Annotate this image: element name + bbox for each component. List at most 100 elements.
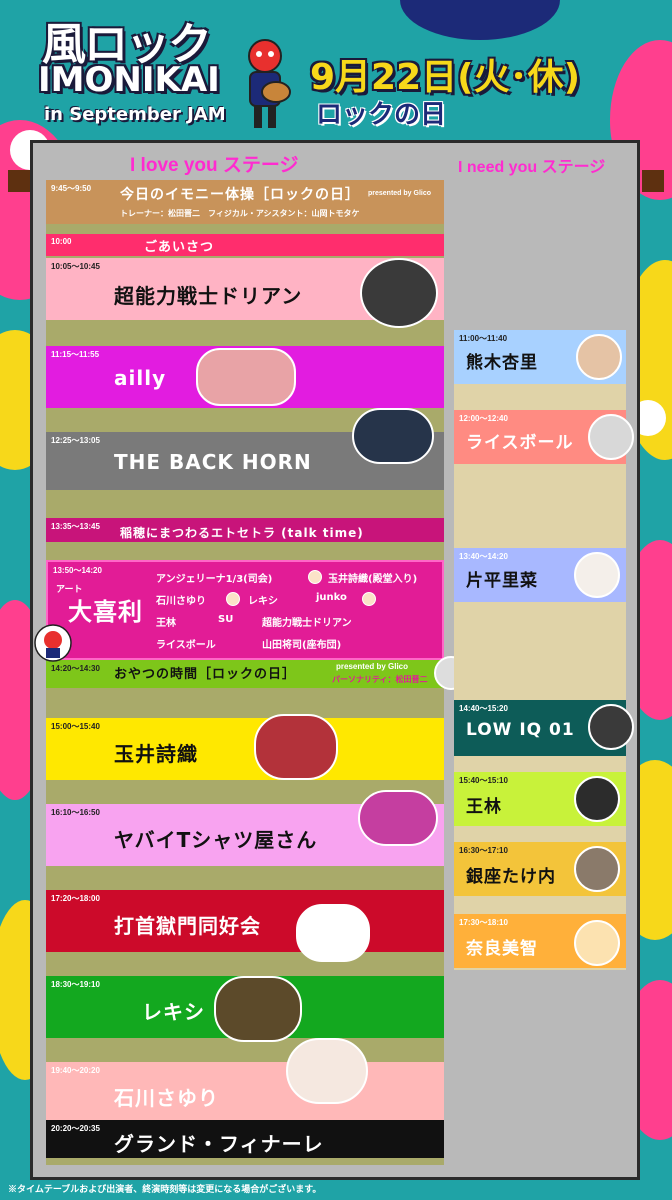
artist-photo <box>588 414 634 460</box>
member-name: アンジェリーナ1/3(司会) <box>156 574 273 585</box>
artist-photo <box>214 976 302 1042</box>
artist-photo <box>358 790 438 846</box>
schedule-item[interactable]: 18:30～19:10 レキシ <box>46 976 444 1042</box>
act-title: 王林 <box>466 797 502 817</box>
member-avatar <box>308 570 322 584</box>
member-name: ライスボール <box>156 640 216 651</box>
left-stage-column: 9:45～9:50 今日のイモニー体操［ロックの日］ presented by … <box>46 180 468 1165</box>
artist-photo <box>574 552 620 598</box>
time-label: 15:00～15:40 <box>51 722 100 731</box>
member-avatar <box>226 592 240 606</box>
schedule-item[interactable]: 20:20～20:35 グランド・フィナーレ <box>46 1120 444 1158</box>
schedule-item[interactable]: 13:40～14:20 片平里菜 <box>454 548 626 602</box>
member-avatar <box>362 592 376 606</box>
member-name: 玉井詩織(殿堂入り) <box>328 574 418 585</box>
schedule-item[interactable]: 10:00 ごあいさつ <box>46 234 444 256</box>
time-label: 17:20～18:00 <box>51 894 100 903</box>
act-title: グランド・フィナーレ <box>114 1132 324 1156</box>
artist-photo <box>296 904 370 962</box>
member-name: 石川さゆり <box>156 596 206 607</box>
time-label: 11:15～11:55 <box>51 350 100 359</box>
act-subtitle: トレーナー：松田晋二 フィジカル・アシスタント：山岡トモタケ <box>120 209 360 218</box>
time-label: 15:40～15:10 <box>459 776 508 785</box>
time-label: 16:10～16:50 <box>51 808 100 817</box>
time-label: 17:30～18:10 <box>459 918 508 927</box>
act-title: 玉井詩織 <box>114 742 198 766</box>
schedule-item[interactable]: 14:20～14:30 おやつの時間［ロックの日］ presented by G… <box>46 656 468 690</box>
logo-tagline: in September JAM <box>44 104 226 125</box>
act-title: 超能力戦士ドリアン <box>114 284 303 308</box>
left-stage-title: I love you ステージ <box>130 155 299 176</box>
logo-subtitle: IMONIKAI <box>38 60 220 100</box>
act-title: おやつの時間［ロックの日］ <box>114 667 297 682</box>
footnote: ※タイムテーブルおよび出演者、終演時刻等は変更になる場合がございます。 <box>8 1184 322 1194</box>
artist-photo <box>574 846 620 892</box>
artist-photo <box>576 334 622 380</box>
act-title: 石川さゆり <box>114 1086 219 1110</box>
member-name: junko <box>316 592 347 603</box>
act-title: 奈良美智 <box>466 939 538 959</box>
artist-photo <box>360 258 438 328</box>
act-title: 稲穂にまつわるエトセトラ (talk time) <box>120 526 364 540</box>
panel-tab <box>642 170 664 192</box>
schedule-item[interactable]: 10:05～10:45 超能力戦士ドリアン <box>46 258 444 328</box>
artist-photo <box>574 920 620 966</box>
act-title: 熊木杏里 <box>466 353 538 373</box>
act-title: 片平里菜 <box>466 571 538 591</box>
schedule-item[interactable]: 11:15～11:55 ailly <box>46 346 444 408</box>
artist-photo <box>352 408 434 464</box>
time-label: 18:30～19:10 <box>51 980 100 989</box>
schedule-item[interactable]: 17:30～18:10 奈良美智 <box>454 914 626 968</box>
artist-photo <box>574 776 620 822</box>
time-label: 12:25～13:05 <box>51 436 100 445</box>
time-label: 13:40～14:20 <box>459 552 508 561</box>
schedule-item[interactable]: 11:00～11:40 熊木杏里 <box>454 330 626 384</box>
act-subtitle: パーソナリティ：松田晋二 <box>332 675 428 684</box>
artist-photo <box>254 714 338 780</box>
time-label: 20:20～20:35 <box>51 1124 100 1133</box>
act-title: ごあいさつ <box>144 240 215 255</box>
time-label: 14:40～15:20 <box>459 704 508 713</box>
event-day-label: ロックの日 <box>316 100 447 130</box>
schedule-item[interactable]: 16:30～17:10 銀座たけ内 <box>454 842 626 896</box>
schedule-item[interactable]: 12:00～12:40 ライスボール <box>454 410 634 464</box>
member-name: SU <box>218 614 234 625</box>
schedule-item[interactable]: 16:10～16:50 ヤバイTシャツ屋さん <box>46 790 444 866</box>
act-title: ailly <box>114 366 167 390</box>
time-label: 10:00 <box>51 237 72 246</box>
artist-photo <box>286 1038 368 1104</box>
right-stage-title: I need you ステージ <box>458 159 606 176</box>
schedule-item[interactable]: 13:35～13:45 稲穂にまつわるエトセトラ (talk time) <box>46 518 444 542</box>
schedule-item[interactable]: 9:45～9:50 今日のイモニー体操［ロックの日］ presented by … <box>46 180 444 224</box>
act-title: ライスボール <box>466 433 574 453</box>
schedule-item[interactable]: 14:40～15:20 LOW IQ 01 <box>454 700 634 756</box>
time-label: 13:50～14:20 <box>53 566 102 575</box>
member-name: 超能力戦士ドリアン <box>262 618 352 629</box>
presented-label: presented by Glico <box>368 190 432 197</box>
act-title: ヤバイTシャツ屋さん <box>114 828 318 852</box>
panel-tab <box>8 170 30 192</box>
schedule-item[interactable]: 12:25～13:05 THE BACK HORN <box>46 408 444 490</box>
time-label: 9:45～9:50 <box>51 184 92 193</box>
schedule-item[interactable]: 15:00～15:40 玉井詩織 <box>46 714 444 780</box>
act-title: 今日のイモニー体操［ロックの日］ <box>120 187 360 203</box>
time-label: 14:20～14:30 <box>51 664 100 673</box>
mascot-icon <box>248 39 291 128</box>
time-label: 11:00～11:40 <box>459 334 508 343</box>
schedule-item[interactable]: 13:50～14:20 アート 大喜利 アンジェリーナ1/3(司会) 玉井詩織(… <box>46 560 444 660</box>
time-label: 13:35～13:45 <box>51 522 100 531</box>
artist-photo <box>196 348 296 406</box>
schedule-item[interactable]: 19:40～20:20 石川さゆり <box>46 1038 444 1124</box>
act-title: 打首獄門同好会 <box>114 914 261 938</box>
act-title: レキシ <box>142 1000 205 1024</box>
schedule-item[interactable]: 15:40～15:10 王林 <box>454 772 626 826</box>
time-label: 10:05～10:45 <box>51 262 100 271</box>
presented-label: presented by Glico <box>336 662 409 671</box>
time-label: 19:40～20:20 <box>51 1066 100 1075</box>
schedule-item[interactable]: 17:20～18:00 打首獄門同好会 <box>46 890 444 962</box>
act-title: THE BACK HORN <box>114 450 312 474</box>
member-name: レキシ <box>248 596 278 607</box>
artist-photo <box>588 704 634 750</box>
act-title: 大喜利 <box>68 598 143 626</box>
event-date: 9月22日(火･休) <box>310 57 581 98</box>
